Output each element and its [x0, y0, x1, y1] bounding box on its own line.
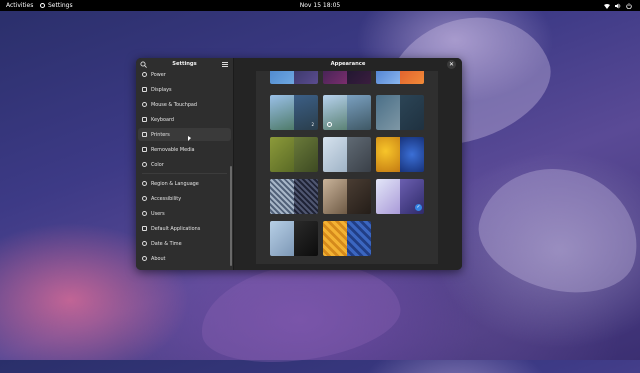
wallpaper-thumbnail[interactable] [323, 179, 371, 214]
region-icon [142, 181, 147, 186]
appearance-panel: Appearance ✕ 2 ✓ [234, 58, 462, 270]
sidebar-item-label: Removable Media [151, 146, 195, 153]
network-icon [604, 3, 610, 9]
mouse-pointer-icon [188, 136, 191, 141]
sidebar-item-removable-media[interactable]: Removable Media [138, 143, 231, 156]
sidebar-item-label: Displays [151, 86, 172, 93]
settings-window: Settings Power Displays Mouse & Touchpad… [136, 58, 462, 270]
printer-icon [142, 132, 147, 137]
sidebar-item-color[interactable]: Color [138, 158, 231, 171]
info-icon [142, 256, 147, 261]
sidebar-title: Settings [172, 61, 197, 67]
sidebar-item-printers[interactable]: Printers [138, 128, 231, 141]
power-icon [142, 72, 147, 77]
wallpaper-thumbnail[interactable] [323, 95, 371, 130]
wallpaper-thumbnail[interactable] [376, 137, 424, 172]
clock[interactable]: Nov 15 18:05 [0, 0, 640, 11]
sidebar-item-label: Power [151, 71, 166, 78]
sidebar-item-label: About [151, 255, 166, 262]
color-icon [142, 162, 147, 167]
sidebar-item-label: Accessibility [151, 195, 182, 202]
wallpaper-thumbnail-selected[interactable]: ✓ [376, 179, 424, 214]
wallpaper-thumbnail[interactable] [270, 221, 318, 256]
clock-icon [327, 122, 332, 127]
wallpaper-thumbnail[interactable] [270, 179, 318, 214]
wallpaper-thumbnail[interactable] [376, 95, 424, 130]
wallpaper-count-badge: 2 [311, 122, 314, 127]
sidebar-item-about[interactable]: About [138, 252, 231, 265]
sidebar-scrollbar[interactable] [230, 166, 232, 266]
checkmark-icon: ✓ [415, 204, 422, 211]
power-icon [626, 2, 632, 9]
wallpaper-thumbnail[interactable] [323, 71, 371, 84]
sidebar-item-label: Users [151, 210, 165, 217]
wallpaper-thumbnail[interactable] [270, 137, 318, 172]
wallpaper-thumbnail[interactable]: 2 [270, 95, 318, 130]
sidebar-item-mouse-touchpad[interactable]: Mouse & Touchpad [138, 98, 231, 111]
usb-icon [142, 147, 147, 152]
sidebar-item-accessibility[interactable]: Accessibility [138, 192, 231, 205]
system-tray[interactable] [604, 0, 632, 11]
sidebar-item-date-time[interactable]: Date & Time [138, 237, 231, 250]
wallpaper-thumbnail[interactable] [270, 71, 318, 84]
sidebar-item-power[interactable]: Power [138, 68, 231, 81]
clock-icon [142, 241, 147, 246]
wallpaper-thumbnail[interactable] [323, 221, 371, 256]
sidebar: Settings Power Displays Mouse & Touchpad… [136, 58, 234, 270]
close-button[interactable]: ✕ [447, 60, 456, 69]
volume-icon [615, 3, 621, 8]
accessibility-icon [142, 196, 147, 201]
sidebar-item-label: Color [151, 161, 164, 168]
sidebar-item-label: Printers [151, 131, 170, 138]
top-bar: Activities Settings Nov 15 18:05 [0, 0, 640, 11]
keyboard-icon [142, 117, 147, 122]
page-title: Appearance [330, 61, 366, 67]
star-icon [142, 226, 147, 231]
sidebar-divider [142, 173, 227, 174]
hamburger-menu-icon[interactable] [222, 62, 228, 67]
sidebar-item-label: Region & Language [151, 180, 199, 187]
wallpaper-thumbnail[interactable] [323, 137, 371, 172]
mouse-icon [142, 102, 147, 107]
wallpaper-petal [467, 151, 640, 309]
sidebar-item-default-applications[interactable]: Default Applications [138, 222, 231, 235]
sidebar-item-users[interactable]: Users [138, 207, 231, 220]
display-icon [142, 87, 147, 92]
users-icon [142, 211, 147, 216]
wallpaper-gallery[interactable]: 2 ✓ [256, 71, 438, 264]
sidebar-item-keyboard[interactable]: Keyboard [138, 113, 231, 126]
sidebar-item-displays[interactable]: Displays [138, 83, 231, 96]
sidebar-item-label: Keyboard [151, 116, 174, 123]
sidebar-item-label: Default Applications [151, 225, 201, 232]
sidebar-item-label: Mouse & Touchpad [151, 101, 198, 108]
sidebar-item-label: Date & Time [151, 240, 182, 247]
sidebar-item-region-language[interactable]: Region & Language [138, 177, 231, 190]
wallpaper-thumbnail[interactable] [376, 71, 424, 84]
